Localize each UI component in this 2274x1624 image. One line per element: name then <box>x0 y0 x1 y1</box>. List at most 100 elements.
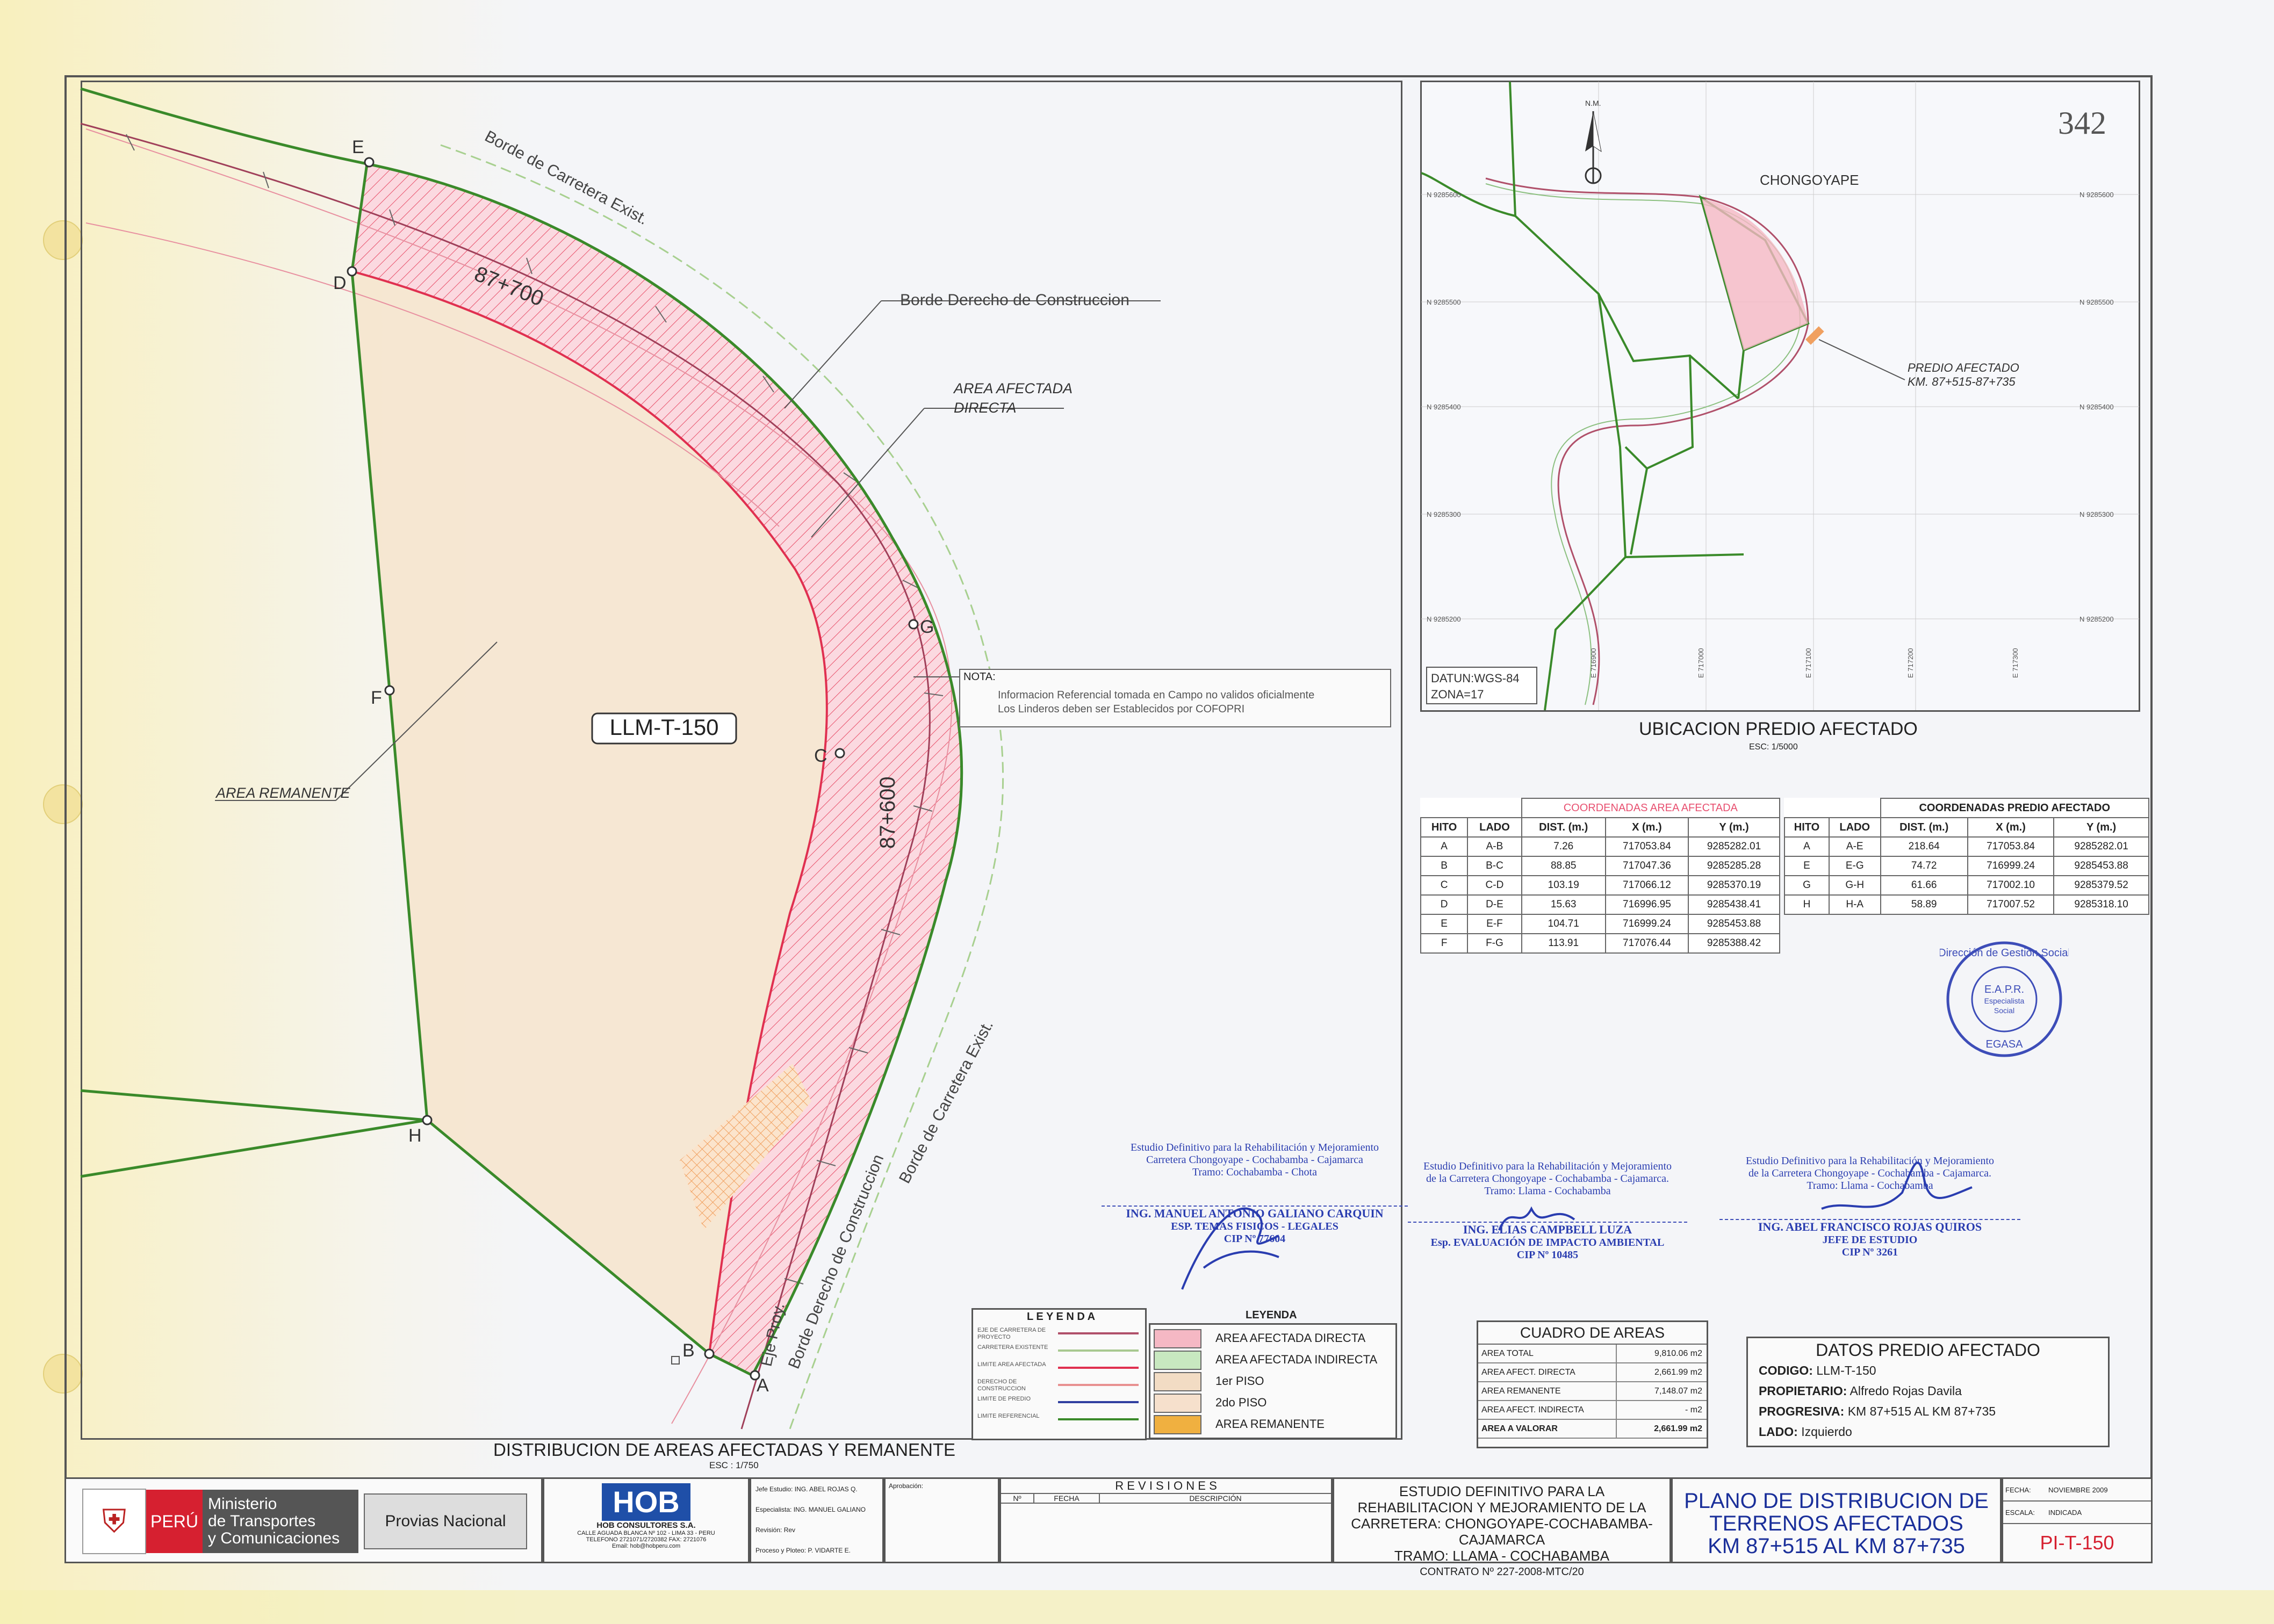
tb-revisiones: R E V I S I O N E S Nº FECHA DESCRIPCIÓN <box>999 1477 1333 1563</box>
tb-aprobacion: Aprobación: <box>884 1477 999 1563</box>
main-view-scale: ESC : 1/750 <box>709 1460 759 1470</box>
signature-scribble-2 <box>1498 1206 1575 1231</box>
jefe: ING. ABEL ROJAS Q. <box>794 1485 858 1493</box>
coord-afectada-table: COORDENADAS AREA AFECTADA HITO LADO DIST.… <box>1420 798 1781 954</box>
cuadro-row: AREA TOTAL 9,810.06 m2 <box>1478 1345 1707 1363</box>
north-tick: N 9285300 <box>1427 510 1461 518</box>
east-tick: E 717200 <box>1906 648 1915 678</box>
official-seal: Dirección de Gestión Social E.A.P.R. Esp… <box>1940 941 2069 1057</box>
north-tick: N 9285400 <box>2079 403 2114 411</box>
codigo-value: LLM-T-150 <box>1816 1363 1876 1377</box>
location-parcel-fill <box>1702 199 1808 350</box>
label-borde-existente-bottom: Borde de Carretera Exist. <box>896 1017 997 1186</box>
lado-value: Izquierdo <box>1801 1425 1852 1439</box>
aprobacion-label: Aprobación: <box>889 1482 924 1490</box>
table-row: G G-H 61.66 717002.10 9285379.52 <box>1784 875 2149 896</box>
signature-scribble-1 <box>1181 1207 1279 1290</box>
estudio-line: ESTUDIO DEFINITIVO PARA LA <box>1399 1483 1605 1499</box>
datos-predio: DATOS PREDIO AFECTADO CODIGO: LLM-T-150 … <box>1746 1337 2110 1447</box>
tb-hob: HOB HOB CONSULTORES S.A. CALLE AGUADA BL… <box>543 1477 750 1563</box>
contrato: CONTRATO Nº 227-2008-MTC/20 <box>1420 1566 1584 1578</box>
table-row: E E-G 74.72 716999.24 9285453.88 <box>1784 856 2149 876</box>
leyenda-line-swatch <box>1058 1367 1139 1369</box>
peru-badge: PERÚ <box>146 1490 203 1553</box>
col-header: Y (m.) <box>1688 817 1780 838</box>
col-header: X (m.) <box>1967 817 2055 838</box>
datum-2: ZONA=17 <box>1431 688 1484 701</box>
rev-header: FECHA <box>1034 1494 1100 1503</box>
east-tick: E 716900 <box>1589 648 1597 678</box>
table-row: F F-G 113.91 717076.44 9285388.42 <box>1420 933 1780 954</box>
location-parcels <box>1421 82 1810 710</box>
coord-predio-title: COORDENADAS PREDIO AFECTADO <box>1880 798 2149 818</box>
cuadro-row: AREA AFECT. DIRECTA 2,661.99 m2 <box>1478 1363 1707 1382</box>
north-tick: N 9285500 <box>2079 298 2114 306</box>
leyenda-area-swatch <box>1154 1351 1201 1370</box>
table-row: C C-D 103.19 717066.12 9285370.19 <box>1420 875 1780 896</box>
estudio-line: CARRETERA: CHONGOYAPE-COCHABAMBA-CAJAMAR… <box>1351 1515 1653 1548</box>
leyenda-line-swatch <box>1058 1401 1139 1403</box>
leyenda-area-swatch <box>1154 1415 1201 1434</box>
leyenda-line-item: CARRETERA EXISTENTE <box>977 1344 1139 1359</box>
leyenda-line-item: EJE DE CARRETERA DE PROYECTO <box>977 1327 1139 1342</box>
plano-line: KM 87+515 AL KM 87+735 <box>1708 1534 1965 1558</box>
fecha-label: FECHA: <box>2005 1485 2031 1494</box>
point-label-e: E <box>352 137 364 157</box>
col-header: DIST. (m.) <box>1521 817 1606 838</box>
plano-line: TERRENOS AFECTADOS <box>1709 1512 1963 1535</box>
label-km-600: 87+600 <box>876 776 899 849</box>
seal-center-2: Especialista <box>1984 997 2025 1005</box>
east-tick: E 717100 <box>1804 648 1812 678</box>
coord-afectada-title: COORDENADAS AREA AFECTADA <box>1521 798 1781 818</box>
propietario-value: Alfredo Rojas Davila <box>1850 1384 1962 1398</box>
lado-label: LADO: <box>1759 1425 1798 1439</box>
location-map-scale: ESC: 1/5000 <box>1749 742 1798 752</box>
col-header: LADO <box>1829 817 1881 838</box>
hob-name: HOB CONSULTORES S.A. <box>596 1521 696 1530</box>
north-tick: N 9285400 <box>1427 403 1461 411</box>
col-header: X (m.) <box>1604 817 1689 838</box>
rev-header: Nº <box>1001 1494 1034 1503</box>
nota-line-1: Informacion Referencial tomada en Campo … <box>998 689 1315 701</box>
leyenda-line-item: LIMITE DE PREDIO <box>977 1396 1139 1411</box>
point-label-b: B <box>682 1340 695 1361</box>
datum-1: DATUN:WGS-84 <box>1431 672 1520 685</box>
sig-line: Carretera Chongoyape - Cochabamba - Caja… <box>1146 1154 1363 1166</box>
sig-line: Tramo: Llama - Cochabamba <box>1484 1185 1611 1197</box>
point-label-c: C <box>814 746 827 766</box>
tb-estudio: ESTUDIO DEFINITIVO PARA LA REHABILITACIO… <box>1333 1477 1671 1578</box>
revisiones-title: R E V I S I O N E S <box>1001 1479 1331 1494</box>
cuadro-areas: CUADRO DE AREAS AREA TOTAL 9,810.06 m2 ARE… <box>1477 1320 1708 1448</box>
especialista: ING. MANUEL GALIANO <box>793 1506 866 1513</box>
table-row: D D-E 15.63 716996.95 9285438.41 <box>1420 894 1780 915</box>
estudio-line: REHABILITACION Y MEJORAMIENTO DE LA <box>1357 1499 1646 1515</box>
leyenda-areas-title: LEYENDA <box>1246 1309 1297 1321</box>
hob-logo: HOB <box>602 1483 690 1521</box>
col-header: DIST. (m.) <box>1880 817 1968 838</box>
proceso: P. VIDARTE E. <box>808 1547 851 1554</box>
col-header: HITO <box>1784 817 1830 838</box>
progresiva-value: KM 87+515 AL KM 87+735 <box>1847 1404 1996 1418</box>
escala-label: ESCALA: <box>2005 1508 2035 1517</box>
point-label-g: F <box>371 688 382 708</box>
page-number: 342 <box>2058 105 2106 141</box>
col-header: LADO <box>1467 817 1522 838</box>
hob-addr: CALLE AGUADA BLANCA Nº 102 - LIMA 33 - P… <box>577 1530 715 1536</box>
hob-addr: TELEFONO 2721071/2720382 FAX: 2721076 <box>586 1536 707 1543</box>
tb-staff: Jefe Estudio: ING. ABEL ROJAS Q. Especia… <box>750 1477 884 1563</box>
provias-badge: Provias Nacional <box>364 1493 527 1549</box>
point-label-h: H <box>408 1125 422 1146</box>
propietario-label: PROPIETARIO: <box>1759 1384 1847 1398</box>
progresiva-label: PROGRESIVA: <box>1759 1404 1845 1418</box>
small-marker <box>671 1356 680 1365</box>
tb-plano: PLANO DE DISTRIBUCION DE TERRENOS AFECTA… <box>1671 1477 2002 1563</box>
main-view-title: DISTRIBUCION DE AREAS AFECTADAS Y REMANE… <box>493 1440 956 1460</box>
hob-addr: Email: hob@hobperu.com <box>611 1543 681 1549</box>
point-label-f: G <box>920 617 934 637</box>
fecha: NOVIEMBRE 2009 <box>2048 1485 2108 1494</box>
location-map-title: UBICACION PREDIO AFECTADO <box>1639 719 1918 739</box>
predio-label-2: KM. 87+515-87+735 <box>1908 375 2016 388</box>
leyenda-line-item: DERECHO DE CONSTRUCCION <box>977 1378 1139 1394</box>
table-row: B B-C 88.85 717047.36 9285285.28 <box>1420 856 1780 876</box>
table-row: A A-E 218.64 717053.84 9285282.01 <box>1784 836 2149 857</box>
